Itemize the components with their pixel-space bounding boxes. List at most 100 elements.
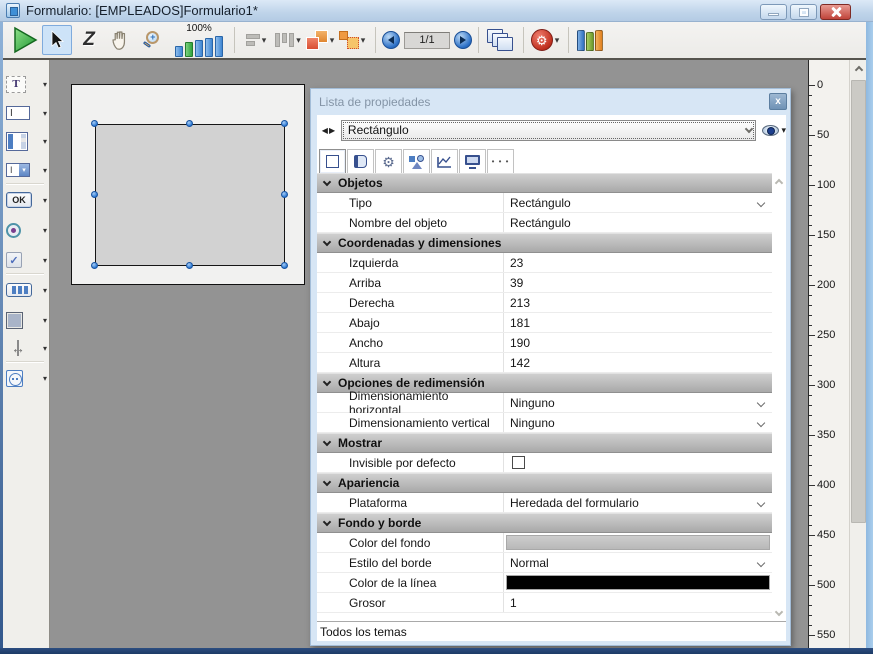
chevron-down-icon[interactable]: [757, 399, 765, 407]
chevron-down-icon[interactable]: [757, 499, 765, 507]
section-row[interactable]: Coordenadas y dimensiones: [317, 233, 772, 253]
close-button[interactable]: [820, 4, 851, 20]
tool-dropdown-arrow[interactable]: ▾: [43, 286, 47, 295]
checkbox-tool-button[interactable]: ✓▾: [6, 248, 48, 272]
tool-dropdown-arrow[interactable]: ▾: [43, 196, 47, 205]
color-swatch[interactable]: [506, 575, 770, 590]
tab-more[interactable]: • • •: [487, 149, 514, 173]
property-value[interactable]: 181: [504, 313, 772, 332]
property-row[interactable]: TipoRectángulo: [317, 193, 772, 213]
tab-events[interactable]: [431, 149, 458, 173]
property-value[interactable]: Ninguno: [504, 393, 772, 412]
selected-rectangle-object[interactable]: [95, 124, 285, 266]
property-value[interactable]: Rectángulo: [504, 193, 772, 212]
themes-footer[interactable]: Todos los temas: [317, 621, 786, 641]
property-value[interactable]: [504, 533, 772, 552]
property-row[interactable]: Nombre del objetoRectángulo: [317, 213, 772, 233]
tab-property-list[interactable]: [319, 149, 346, 173]
tool-dropdown-arrow[interactable]: ▾: [43, 80, 47, 89]
property-value[interactable]: 190: [504, 333, 772, 352]
panel-titlebar[interactable]: Lista de propiedades: [311, 89, 790, 115]
property-row[interactable]: PlataformaHeredada del formulario: [317, 493, 772, 513]
property-value[interactable]: 213: [504, 293, 772, 312]
property-row[interactable]: Altura142: [317, 353, 772, 373]
tab-display[interactable]: [459, 149, 486, 173]
form-page[interactable]: [71, 84, 305, 285]
section-row[interactable]: Apariencia: [317, 473, 772, 493]
tab-data[interactable]: [347, 149, 374, 173]
pan-tool-button[interactable]: [106, 25, 136, 55]
property-row[interactable]: Estilo del bordeNormal: [317, 553, 772, 573]
distribute-dropdown-arrow[interactable]: ▾: [296, 35, 301, 46]
section-collapse-icon[interactable]: [323, 238, 331, 246]
property-row[interactable]: Arriba39: [317, 273, 772, 293]
property-row[interactable]: Grosor1: [317, 593, 772, 613]
tool-dropdown-arrow[interactable]: ▾: [43, 109, 47, 118]
chevron-down-icon[interactable]: [757, 559, 765, 567]
section-row[interactable]: Fondo y borde: [317, 513, 772, 533]
property-row[interactable]: Derecha213: [317, 293, 772, 313]
section-collapse-icon[interactable]: [323, 478, 331, 486]
property-value[interactable]: [504, 453, 772, 472]
property-value[interactable]: Heredada del formulario: [504, 493, 772, 512]
align-dropdown-arrow[interactable]: ▾: [262, 35, 267, 46]
section-row[interactable]: Objetos: [317, 173, 772, 193]
section-row[interactable]: Mostrar: [317, 433, 772, 453]
move-front-back-tool-button[interactable]: ▾: [337, 25, 367, 55]
align-tool-button[interactable]: ▾: [241, 25, 271, 55]
minimize-button[interactable]: [760, 4, 787, 20]
tab-actions[interactable]: ⚙: [375, 149, 402, 173]
select-tool-button[interactable]: [42, 25, 72, 55]
selection-handle[interactable]: [281, 262, 288, 269]
eye-dropdown-arrow[interactable]: ▾: [781, 125, 786, 136]
entry-order-tool-button[interactable]: Z: [74, 25, 104, 55]
zoom-level-control[interactable]: 100%: [175, 24, 223, 57]
input-tool-button[interactable]: I▾: [6, 101, 48, 125]
property-row[interactable]: Invisible por defecto: [317, 453, 772, 473]
splitter-tool-button[interactable]: ↔▾: [6, 336, 48, 360]
section-collapse-icon[interactable]: [323, 438, 331, 446]
property-row[interactable]: Izquierda23: [317, 253, 772, 273]
run-form-button[interactable]: [10, 25, 40, 55]
property-value[interactable]: Normal: [504, 553, 772, 572]
chevron-down-icon[interactable]: [757, 199, 765, 207]
property-value[interactable]: 142: [504, 353, 772, 372]
actions-dropdown-arrow[interactable]: ▾: [555, 35, 560, 46]
scroll-up-button[interactable]: [850, 60, 867, 77]
selection-handle[interactable]: [91, 262, 98, 269]
property-row[interactable]: Color de la línea: [317, 573, 772, 593]
tool-dropdown-arrow[interactable]: ▾: [43, 226, 47, 235]
section-collapse-icon[interactable]: [323, 178, 331, 186]
property-value[interactable]: [504, 573, 772, 592]
restore-button[interactable]: [790, 4, 817, 20]
display-options-button[interactable]: ▾: [762, 125, 786, 136]
text-tool-button[interactable]: T▾: [6, 72, 48, 96]
combobox-tool-button[interactable]: I▾▾: [6, 158, 48, 182]
grid-scrollbar[interactable]: [772, 173, 786, 619]
tab-objects[interactable]: [403, 149, 430, 173]
selection-handle[interactable]: [91, 191, 98, 198]
level-dropdown-arrow[interactable]: ▾: [330, 35, 335, 46]
tool-dropdown-arrow[interactable]: ▾: [43, 137, 47, 146]
section-collapse-icon[interactable]: [323, 378, 331, 386]
section-collapse-icon[interactable]: [323, 518, 331, 526]
color-swatch[interactable]: [506, 535, 770, 550]
property-value[interactable]: 1: [504, 593, 772, 612]
chevron-down-icon[interactable]: [757, 419, 765, 427]
canvas-vertical-scrollbar[interactable]: [849, 60, 866, 648]
next-page-button[interactable]: [454, 31, 472, 49]
distribute-tool-button[interactable]: ▾: [273, 25, 303, 55]
property-value[interactable]: Rectángulo: [504, 213, 772, 232]
property-value[interactable]: 23: [504, 253, 772, 272]
object-prev-next-arrows[interactable]: ◀▶: [317, 126, 341, 135]
listbox-tool-button[interactable]: ▾: [6, 129, 48, 153]
object-library-button[interactable]: [575, 25, 605, 55]
zoom-bars-icon[interactable]: [175, 36, 223, 57]
property-row[interactable]: Ancho190: [317, 333, 772, 353]
previous-page-button[interactable]: [382, 31, 400, 49]
property-row[interactable]: Dimensionamiento horizontalNinguno: [317, 393, 772, 413]
tool-dropdown-arrow[interactable]: ▾: [43, 344, 47, 353]
property-row[interactable]: Color del fondo: [317, 533, 772, 553]
selection-handle[interactable]: [186, 262, 193, 269]
radio-button-tool-button[interactable]: ▾: [6, 218, 48, 242]
